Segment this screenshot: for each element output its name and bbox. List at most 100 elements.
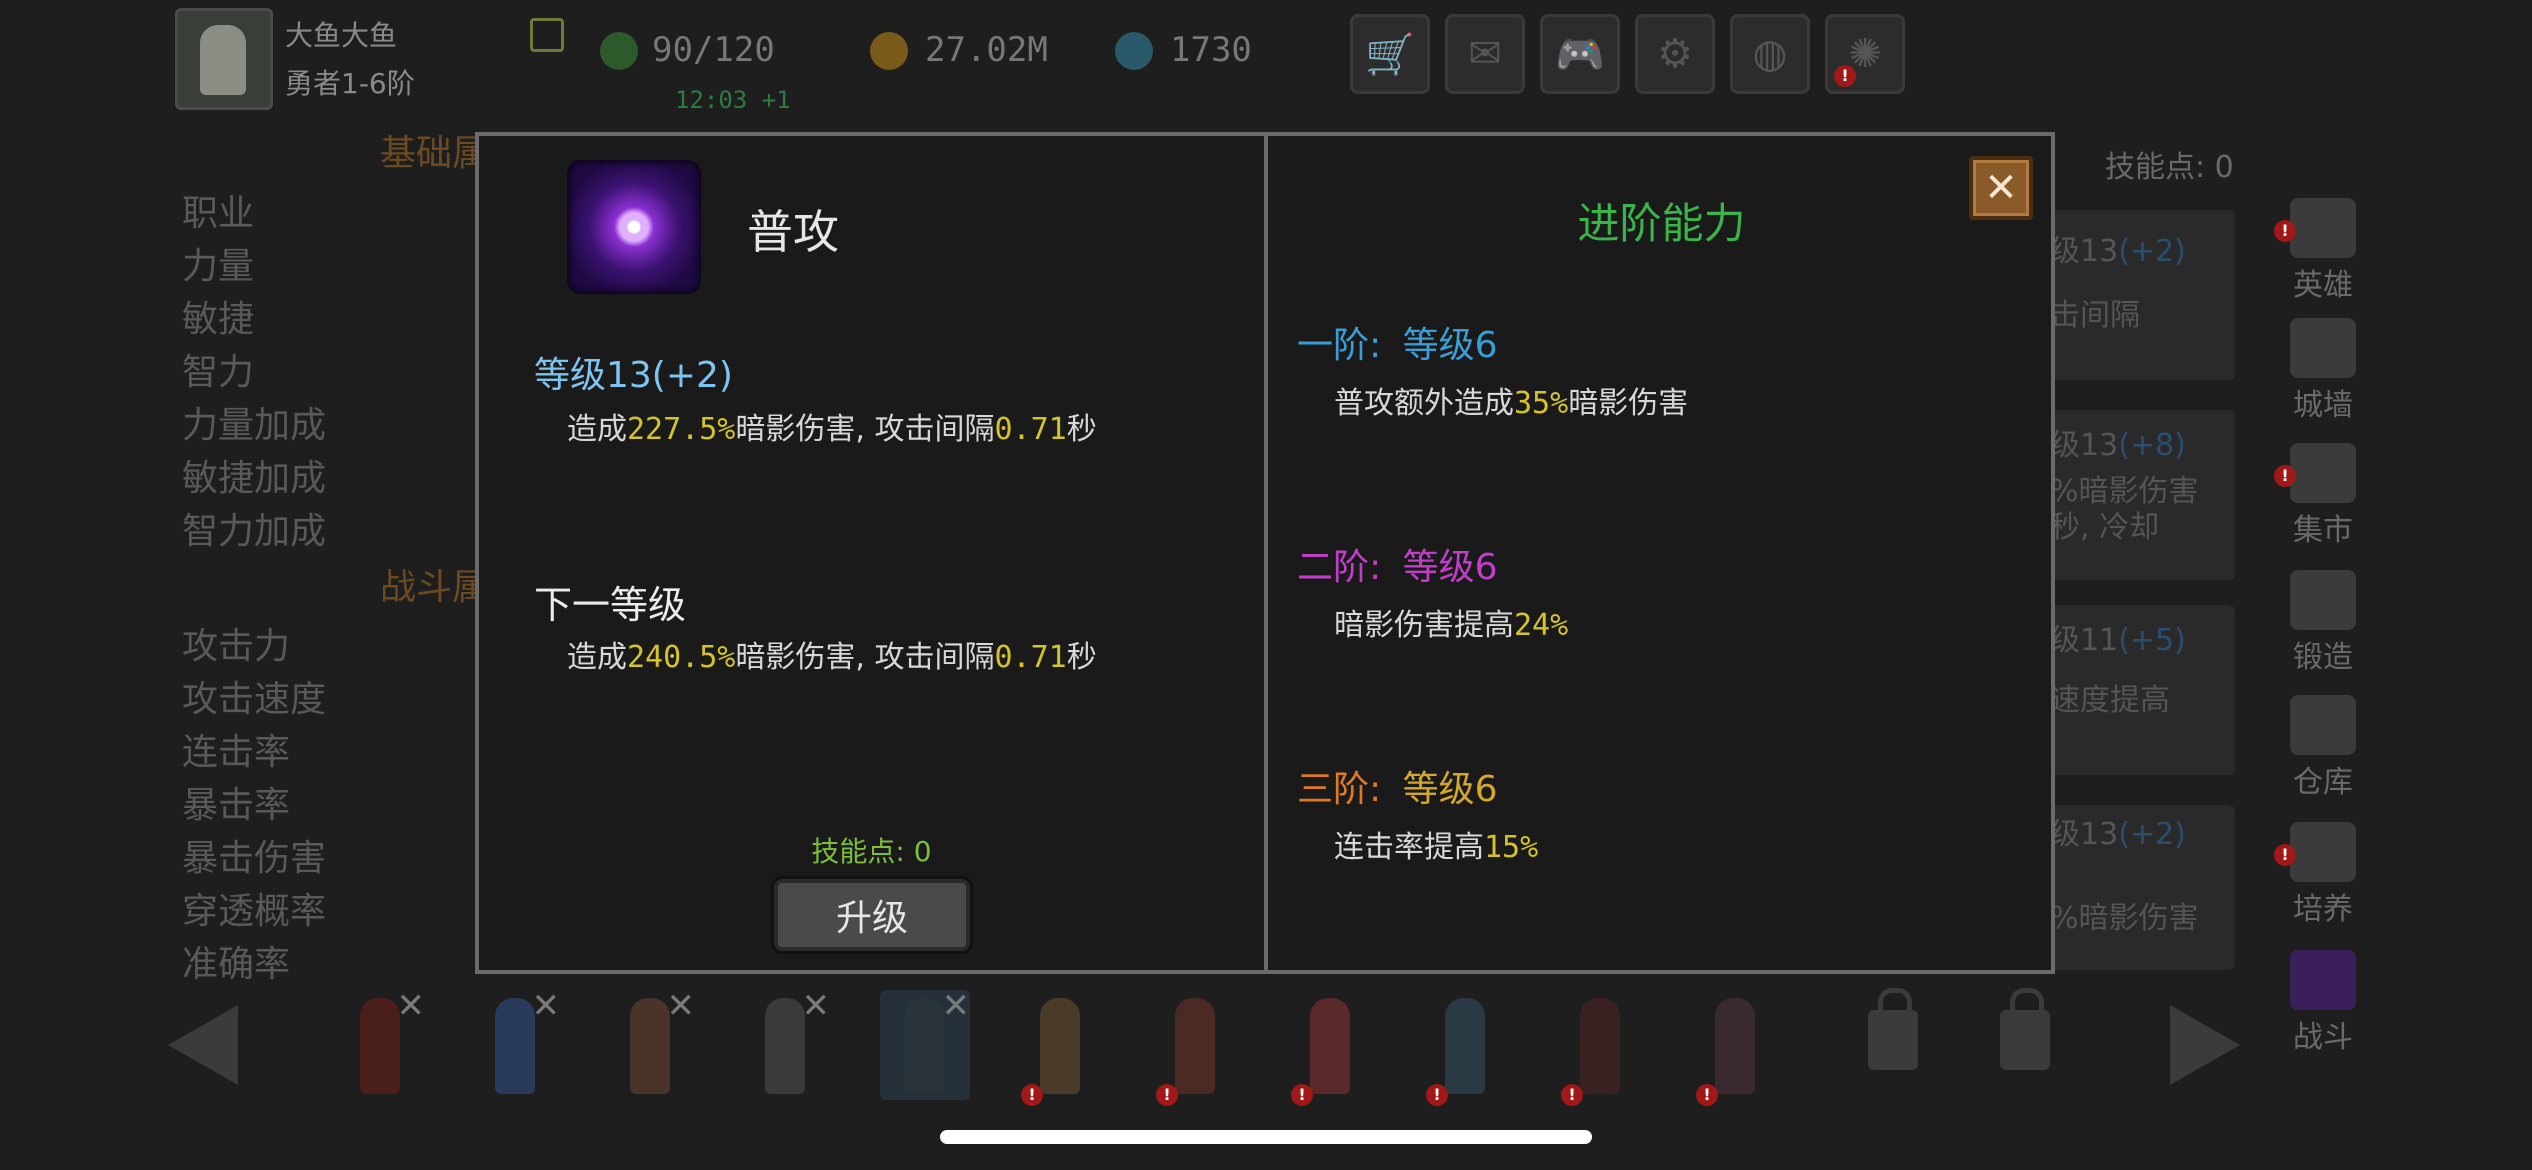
lock-icon [2000,988,2050,1070]
card-text: %暗影伤害 [2050,901,2199,936]
hero-slot[interactable]: ! [1690,990,1780,1106]
event-button[interactable]: ✺ ! [1825,14,1905,94]
side-menu-warehouse[interactable]: 仓库 [2268,695,2378,800]
basic-attributes-title: 基础属 [380,133,489,174]
card-level: 级11 [2050,623,2119,658]
stat-label: 智力 [182,352,255,393]
side-menu-wall[interactable]: 城墙 [2268,318,2378,423]
gold-value: 27.02M [925,30,1048,70]
shadow-orb-icon [567,160,701,294]
tier-1-desc: 普攻额外造成35%暗影伤害 [1334,386,1689,421]
tier-2-header: 二阶: 等级6 [1297,538,1498,590]
stat-label: 智力加成 [182,511,327,552]
tier-2-desc: 暗影伤害提高24% [1334,608,1569,643]
hero-slot[interactable]: ✕ [740,986,830,1100]
panel-divider [1264,136,1268,970]
player-rank: 勇者1-6阶 [285,67,415,100]
gold-coin-icon [870,32,908,70]
alert-badge: ! [2274,844,2296,866]
alert-badge: ! [1291,1084,1313,1106]
gear-icon: ⚙ [1657,31,1693,77]
remove-icon[interactable]: ✕ [802,986,831,1026]
remove-icon[interactable]: ✕ [532,986,561,1026]
stat-label: 力量加成 [182,405,327,446]
remove-icon[interactable]: ✕ [397,986,426,1026]
hero-slot[interactable]: ! [1555,990,1645,1106]
energy-value: 90/120 [652,30,775,70]
hero-slot-selected[interactable]: ✕ [880,986,970,1100]
side-menu-hero[interactable]: ! 英雄 [2268,198,2378,303]
stat-label: 敏捷 [182,299,255,340]
hero-slot[interactable]: ! [1015,990,1105,1106]
close-icon: ✕ [1984,165,2018,211]
tier-name: 一阶: [1297,325,1382,366]
alert-badge: ! [1696,1084,1718,1106]
skill-points: 技能点: 0 [811,835,932,868]
advanced-abilities-title: 进阶能力 [1577,199,1746,248]
side-menu-forge[interactable]: 锻造 [2268,570,2378,675]
alert-badge: ! [1021,1084,1043,1106]
energy-timer: 12:03 +1 [675,86,791,114]
card-bonus: (+5) [2118,623,2186,658]
side-menu-battle[interactable]: 战斗 [2268,950,2378,1055]
remove-icon[interactable]: ✕ [942,986,971,1026]
hero-slot[interactable]: ✕ [605,986,695,1100]
next-level-title: 下一等级 [534,583,687,627]
stat-label: 职业 [182,193,255,234]
shop-button[interactable]: 🛒 [1350,14,1430,94]
next-effect: 造成240.5%暗影伤害, 攻击间隔0.71秒 [567,640,1097,675]
alert-badge: ! [1834,65,1856,87]
tier-1-header: 一阶: 等级6 [1297,316,1498,368]
side-menu-market[interactable]: ! 集市 [2268,443,2378,548]
gamepad-button[interactable]: 🎮 [1540,14,1620,94]
card-level: 级13 [2050,234,2119,269]
skill-name: 普攻 [747,205,839,259]
attack-interval: 0.71 [994,412,1067,447]
alert-badge: ! [1561,1084,1583,1106]
stat-label: 连击率 [182,732,291,773]
mail-button[interactable]: ✉ [1445,14,1525,94]
hero-slot[interactable]: ✕ [335,986,425,1100]
skill-detail-modal: 普攻 等级13(+2) 造成227.5%暗影伤害, 攻击间隔0.71秒 下一等级… [475,132,2055,974]
next-arrow-icon[interactable] [2170,1005,2240,1085]
attack-interval: 0.71 [994,640,1067,675]
card-text: 速度提高 [2050,683,2170,718]
energy-icon [600,32,638,70]
card-bonus: (+2) [2118,817,2186,852]
battle-attributes-title: 战斗属 [380,567,489,608]
tier-requirement: 等级6 [1402,769,1498,810]
player-name: 大鱼大鱼 [285,19,398,52]
stat-label: 力量 [182,246,255,287]
remove-icon[interactable]: ✕ [667,986,696,1026]
settings-button[interactable]: ⚙ [1635,14,1715,94]
stat-label: 穿透概率 [182,891,327,932]
card-text: 击间隔 [2050,298,2140,333]
alert-badge: ! [1156,1084,1178,1106]
card-bonus: (+8) [2118,428,2186,463]
stat-label: 攻击力 [182,626,291,667]
home-indicator[interactable] [940,1130,1592,1144]
stat-label: 暴击伤害 [182,838,327,879]
tier-requirement: 等级6 [1402,325,1498,366]
bg-skill-points: 技能点: 0 [2105,150,2234,185]
edit-icon[interactable] [530,18,564,52]
tier-3-header: 三阶: 等级6 [1297,760,1498,812]
side-menu-train[interactable]: ! 培养 [2268,822,2378,927]
gem-icon [1115,32,1153,70]
hero-slot[interactable]: ! [1285,990,1375,1106]
prev-arrow-icon[interactable] [168,1005,238,1085]
alert-badge: ! [2274,220,2296,242]
upgrade-button[interactable]: 升级 [774,879,970,951]
color-wheel-button[interactable]: ◍ [1730,14,1810,94]
close-button[interactable]: ✕ [1969,156,2033,220]
player-avatar[interactable] [175,8,273,110]
damage-percent: 227.5% [627,412,736,447]
gem-value: 1730 [1170,30,1252,70]
skill-level: 等级13(+2) [534,355,733,396]
alert-badge: ! [2274,465,2296,487]
hero-slot[interactable]: ! [1150,990,1240,1106]
hero-slot[interactable]: ! [1420,990,1510,1106]
card-bonus: (+2) [2118,234,2186,269]
stat-label: 暴击率 [182,785,291,826]
hero-slot[interactable]: ✕ [470,986,560,1100]
